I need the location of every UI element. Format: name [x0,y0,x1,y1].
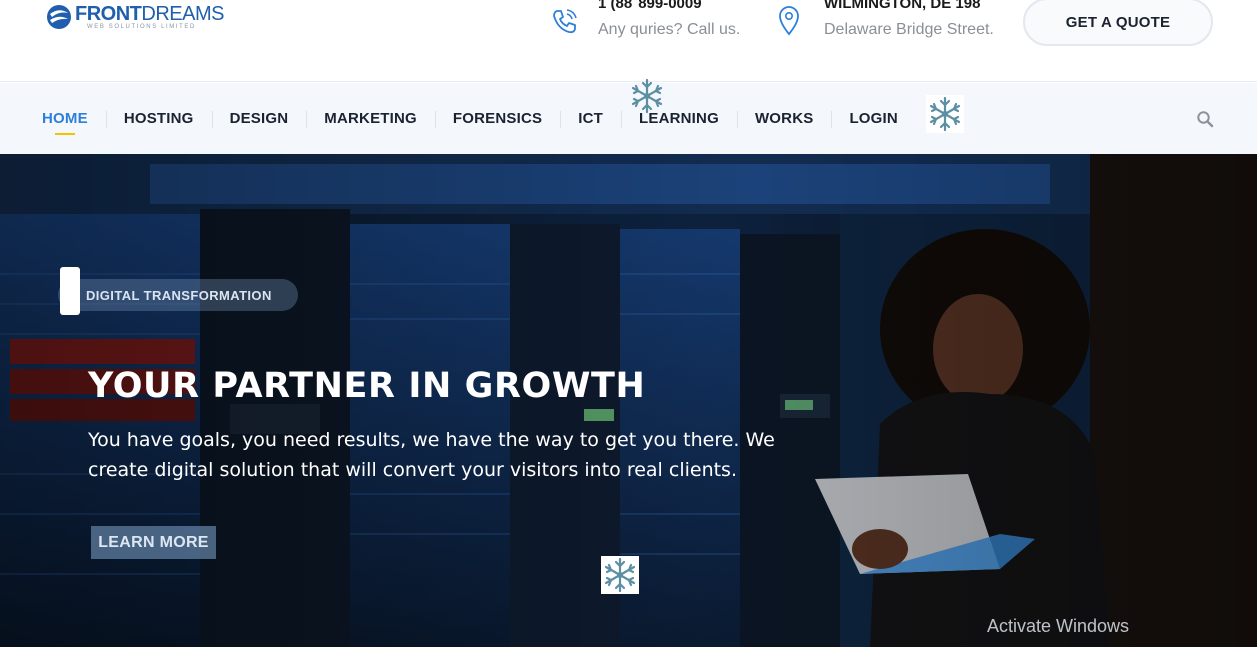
phone-number[interactable]: 1 (88 899-0009 [598,0,740,13]
logo-name: FRONTDREAMS [75,4,224,24]
snowflake-icon [601,556,639,594]
search-icon[interactable] [1196,110,1214,128]
contact-address-text: WILMINGTON, DE 198 Delaware Bridge Stree… [824,0,994,39]
address-title: WILMINGTON, DE 198 [824,0,981,12]
nav-item-marketing[interactable]: MARKETING [306,83,435,154]
contact-phone: 1 (88 899-0009 Any quries? Call us. [548,0,740,39]
logo-swirl-icon [47,5,71,29]
badge-marker [60,267,80,315]
nav-item-hosting[interactable]: HOSTING [105,83,212,154]
hero-description: You have goals, you need results, we hav… [88,429,775,481]
snowflake-icon [926,95,964,133]
logo-wordmark: FRONTDREAMS WEB SOLUTIONS LIMITED [75,4,224,30]
get-a-quote-button[interactable]: GET A QUOTE [1023,0,1213,46]
badge-label: DIGITAL TRANSFORMATION [86,287,272,303]
phone-caption: Any quries? Call us. [598,21,741,38]
nav-item-works[interactable]: WORKS [736,83,832,154]
phone-icon [553,9,577,34]
contact-address: WILMINGTON, DE 198 Delaware Bridge Stree… [776,0,994,39]
nav-list: HOME HOSTING DESIGN MARKETING FORENSICS … [24,83,916,154]
logo-name-light: DREAMS [141,3,224,25]
hero-badge: DIGITAL TRANSFORMATION [58,267,298,315]
logo[interactable]: FRONTDREAMS WEB SOLUTIONS LIMITED [46,4,224,34]
contact-phone-text: 1 (88 899-0009 Any quries? Call us. [598,0,740,39]
activate-windows-watermark: Activate Windows [987,616,1130,636]
logo-name-bold: FRONT [75,3,142,25]
nav-item-forensics[interactable]: FORENSICS [434,83,560,154]
location-pin-icon [779,6,799,36]
nav-item-home[interactable]: HOME [24,83,106,154]
snowflake-icon [631,78,663,114]
top-header: FRONTDREAMS WEB SOLUTIONS LIMITED 1 (88 … [0,0,1257,82]
hero-title: YOUR PARTNER IN GROWTH [88,366,646,406]
learn-more-button[interactable]: LEARN MORE [91,526,216,559]
nav-item-ict[interactable]: ICT [560,83,621,154]
address-street: Delaware Bridge Street. [824,21,994,38]
nav-item-login[interactable]: LOGIN [831,83,916,154]
nav-item-design[interactable]: DESIGN [211,83,307,154]
